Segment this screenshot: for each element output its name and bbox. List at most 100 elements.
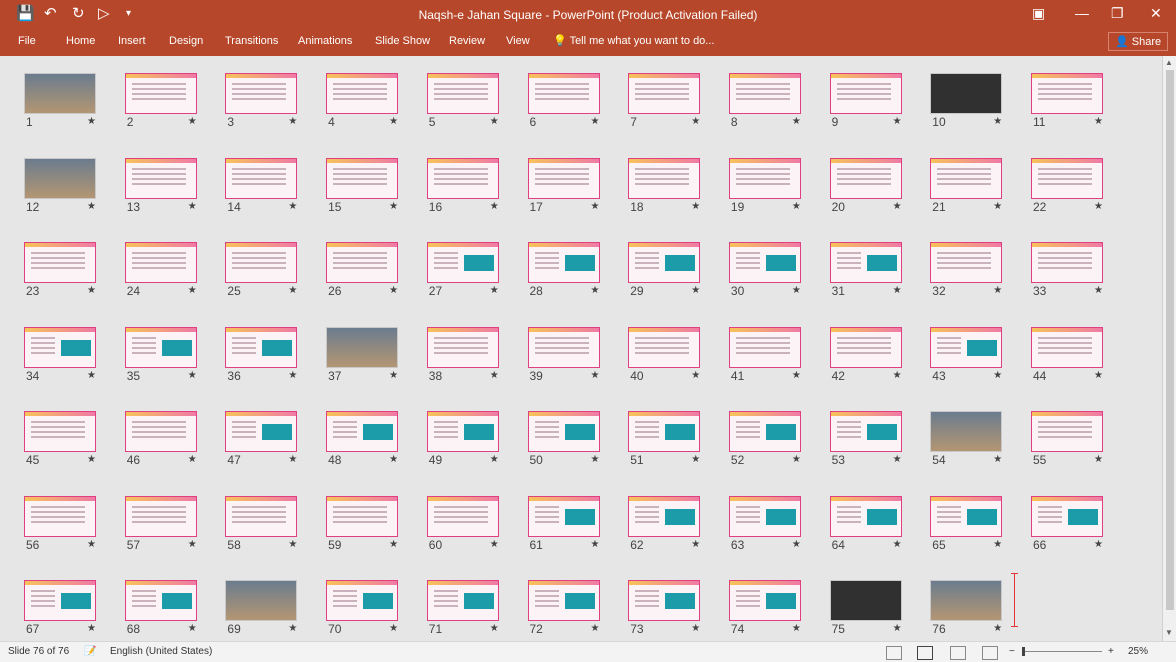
slide-thumbnail[interactable]: 25 ★ <box>225 242 323 304</box>
slide-thumbnail[interactable]: 68 ★ <box>124 580 223 642</box>
transition-star-icon[interactable]: ★ <box>188 285 197 296</box>
slide-preview[interactable] <box>527 242 600 283</box>
slide-preview[interactable] <box>225 73 298 114</box>
slide-thumbnail[interactable]: 66 ★ <box>1031 495 1129 558</box>
slide-thumbnail[interactable]: 37 ★ <box>326 326 424 389</box>
tell-me-box[interactable]: 💡 Tell me what you want to do... <box>553 34 714 47</box>
slide-preview[interactable] <box>124 326 197 368</box>
slide-thumbnail[interactable]: 46 ★ <box>124 411 223 473</box>
zoom-in-button[interactable]: + <box>1108 646 1114 657</box>
slide-thumbnail[interactable]: 23 ★ <box>24 242 122 304</box>
transition-star-icon[interactable]: ★ <box>389 201 398 212</box>
tab-animations[interactable]: Animations <box>298 34 352 48</box>
slide-preview[interactable] <box>225 326 298 368</box>
slide-thumbnail[interactable]: 56 ★ <box>24 495 122 558</box>
slide-preview[interactable] <box>829 326 902 368</box>
slide-thumbnail[interactable]: 70 ★ <box>326 580 424 642</box>
slide-thumbnail[interactable]: 12 ★ <box>24 157 122 220</box>
slide-preview[interactable] <box>124 157 197 199</box>
slide-preview[interactable] <box>326 411 399 452</box>
slide-preview[interactable] <box>527 157 600 199</box>
tab-design[interactable]: Design <box>169 34 203 48</box>
slide-preview[interactable] <box>24 157 96 199</box>
slide-thumbnail[interactable]: 43 ★ <box>930 326 1028 389</box>
slide-preview[interactable] <box>527 411 600 452</box>
slide-thumbnail[interactable]: 32 ★ <box>930 242 1028 304</box>
slide-thumbnail[interactable]: 54 ★ <box>930 411 1028 473</box>
slide-preview[interactable] <box>426 495 499 537</box>
slide-thumbnail[interactable]: 55 ★ <box>1031 411 1129 473</box>
transition-star-icon[interactable]: ★ <box>1094 370 1103 381</box>
slide-thumbnail[interactable]: 57 ★ <box>124 495 223 558</box>
transition-star-icon[interactable]: ★ <box>87 370 96 381</box>
slide-thumbnail[interactable]: 17 ★ <box>527 157 626 220</box>
slide-thumbnail[interactable]: 38 ★ <box>426 326 525 389</box>
transition-star-icon[interactable]: ★ <box>691 201 700 212</box>
transition-star-icon[interactable]: ★ <box>490 116 499 127</box>
transition-star-icon[interactable]: ★ <box>893 285 902 296</box>
slide-thumbnail[interactable]: 75 ★ <box>829 580 928 642</box>
transition-star-icon[interactable]: ★ <box>1094 201 1103 212</box>
transition-star-icon[interactable]: ★ <box>993 454 1002 465</box>
transition-star-icon[interactable]: ★ <box>893 539 902 550</box>
zoom-out-button[interactable]: − <box>1009 646 1015 657</box>
transition-star-icon[interactable]: ★ <box>87 285 96 296</box>
transition-star-icon[interactable]: ★ <box>893 370 902 381</box>
slide-thumbnail[interactable]: 21 ★ <box>930 157 1028 220</box>
slide-thumbnail[interactable]: 26 ★ <box>326 242 424 304</box>
transition-star-icon[interactable]: ★ <box>591 623 600 634</box>
slide-preview[interactable] <box>24 242 96 283</box>
slide-preview[interactable] <box>24 580 96 621</box>
slide-preview[interactable] <box>930 73 1003 114</box>
slide-thumbnail[interactable]: 45 ★ <box>24 411 122 473</box>
slide-preview[interactable] <box>728 411 801 452</box>
tab-review[interactable]: Review <box>449 34 485 48</box>
slide-thumbnail[interactable]: 1 ★ <box>24 73 122 135</box>
slide-preview[interactable] <box>930 326 1003 368</box>
tab-transitions[interactable]: Transitions <box>225 34 278 48</box>
transition-star-icon[interactable]: ★ <box>288 285 297 296</box>
slide-preview[interactable] <box>24 73 96 114</box>
transition-star-icon[interactable]: ★ <box>288 539 297 550</box>
slide-thumbnail[interactable]: 20 ★ <box>829 157 928 220</box>
slide-preview[interactable] <box>829 73 902 114</box>
slide-preview[interactable] <box>829 242 902 283</box>
transition-star-icon[interactable]: ★ <box>893 454 902 465</box>
slide-thumbnail[interactable]: 22 ★ <box>1031 157 1129 220</box>
transition-star-icon[interactable]: ★ <box>993 539 1002 550</box>
transition-star-icon[interactable]: ★ <box>1094 539 1103 550</box>
ribbon-display-icon[interactable]: ▣ <box>1032 5 1045 22</box>
transition-star-icon[interactable]: ★ <box>1094 454 1103 465</box>
transition-star-icon[interactable]: ★ <box>490 201 499 212</box>
slide-thumbnail[interactable]: 24 ★ <box>124 242 223 304</box>
transition-star-icon[interactable]: ★ <box>288 454 297 465</box>
minimize-icon[interactable]: — <box>1075 5 1089 21</box>
transition-star-icon[interactable]: ★ <box>691 623 700 634</box>
slide-preview[interactable] <box>527 73 600 114</box>
maximize-icon[interactable]: ❐ <box>1111 5 1124 22</box>
slide-preview[interactable] <box>124 242 197 283</box>
transition-star-icon[interactable]: ★ <box>389 116 398 127</box>
slide-thumbnail[interactable]: 33 ★ <box>1031 242 1129 304</box>
transition-star-icon[interactable]: ★ <box>490 623 499 634</box>
slide-preview[interactable] <box>930 157 1003 199</box>
slide-preview[interactable] <box>225 157 298 199</box>
slide-thumbnail[interactable]: 18 ★ <box>628 157 726 220</box>
slide-thumbnail[interactable]: 30 ★ <box>728 242 827 304</box>
transition-star-icon[interactable]: ★ <box>691 285 700 296</box>
slide-preview[interactable] <box>124 411 197 452</box>
slide-thumbnail[interactable]: 50 ★ <box>527 411 626 473</box>
transition-star-icon[interactable]: ★ <box>691 454 700 465</box>
zoom-slider-handle[interactable] <box>1022 647 1025 656</box>
slide-preview[interactable] <box>628 580 701 621</box>
slide-preview[interactable] <box>326 495 399 537</box>
slide-preview[interactable] <box>225 580 298 621</box>
zoom-level[interactable]: 25% <box>1128 646 1148 657</box>
slideshow-view-icon[interactable] <box>982 646 998 660</box>
slide-preview[interactable] <box>426 411 499 452</box>
slide-preview[interactable] <box>829 580 902 621</box>
transition-star-icon[interactable]: ★ <box>792 623 801 634</box>
slide-preview[interactable] <box>728 326 801 368</box>
transition-star-icon[interactable]: ★ <box>288 370 297 381</box>
slide-preview[interactable] <box>326 242 399 283</box>
